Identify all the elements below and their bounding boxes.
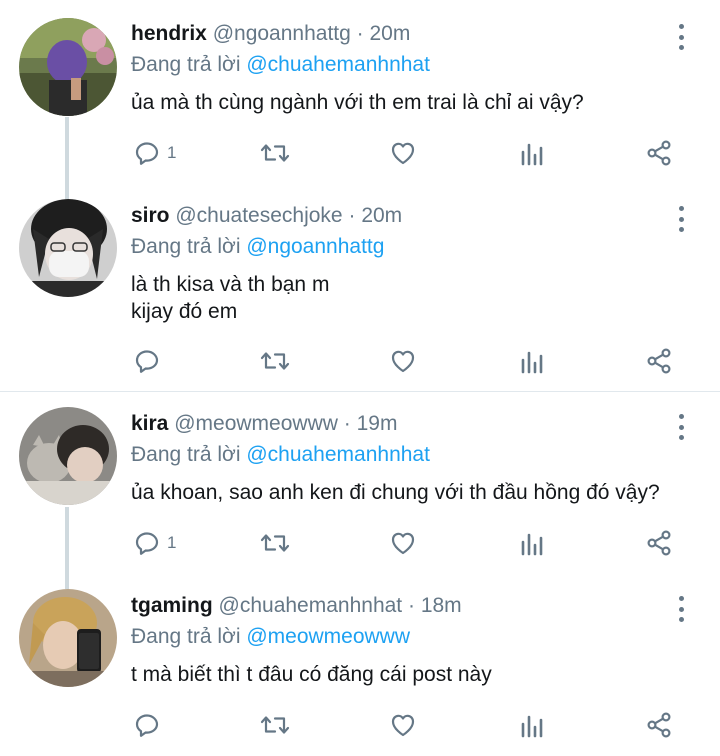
reply-icon — [133, 139, 161, 167]
heart-icon — [389, 711, 417, 739]
stats-icon — [519, 529, 547, 557]
stats-button[interactable] — [519, 708, 547, 742]
tweet-text-line: kijay đó em — [131, 300, 238, 323]
retweet-icon — [259, 347, 291, 375]
stats-icon — [519, 347, 547, 375]
share-icon — [645, 347, 673, 375]
stats-icon — [519, 711, 547, 739]
heart-icon — [389, 347, 417, 375]
avatar[interactable] — [19, 199, 117, 297]
share-icon — [645, 711, 673, 739]
tweet[interactable]: hendrix @ngoannhattg · 20m Đang trả lời … — [0, 0, 720, 194]
avatar[interactable] — [19, 18, 117, 116]
timestamp[interactable]: 19m — [357, 412, 398, 435]
tweet-text-line: ủa mà th cùng ngành với th em trai là ch… — [131, 91, 584, 114]
author-handle[interactable]: @chuatesechjoke — [175, 204, 342, 227]
reply-mention[interactable]: @ngoannhattg — [246, 235, 384, 258]
stats-button[interactable] — [519, 344, 547, 378]
more-vertical-icon[interactable] — [670, 594, 692, 624]
action-bar: 1 — [0, 136, 720, 170]
separator-dot: · — [407, 594, 415, 617]
reply-context-label: Đang trả lời — [131, 443, 241, 466]
stats-button[interactable] — [519, 526, 547, 560]
tweet-text: t mà biết thì t đâu có đăng cái post này — [131, 661, 492, 688]
share-button[interactable] — [645, 136, 673, 170]
action-bar — [0, 708, 720, 742]
tweet-text: ủa khoan, sao anh ken đi chung với th đầ… — [131, 479, 660, 506]
more-vertical-icon[interactable] — [670, 204, 692, 234]
timestamp[interactable]: 20m — [361, 204, 402, 227]
reply-count: 1 — [167, 143, 177, 162]
retweet-button[interactable] — [259, 708, 291, 742]
reply-count: 1 — [167, 533, 177, 552]
separator-dot: · — [356, 22, 364, 45]
reply-mention[interactable]: @meowmeowww — [246, 625, 410, 648]
heart-icon — [389, 139, 417, 167]
separator-dot: · — [343, 412, 351, 435]
share-button[interactable] — [645, 344, 673, 378]
tweet-text: ủa mà th cùng ngành với th em trai là ch… — [131, 89, 584, 116]
timestamp[interactable]: 20m — [370, 22, 411, 45]
retweet-button[interactable] — [259, 526, 291, 560]
share-button[interactable] — [645, 526, 673, 560]
like-button[interactable] — [389, 344, 417, 378]
tweet-text: là th kisa và th bạn m kijay đó em — [131, 271, 329, 325]
reply-button[interactable]: 1 — [133, 136, 176, 170]
like-button[interactable] — [389, 526, 417, 560]
share-icon — [645, 139, 673, 167]
avatar[interactable] — [19, 589, 117, 687]
action-bar — [0, 344, 720, 378]
tweet[interactable]: kira @meowmeowww · 19m Đang trả lời @chu… — [0, 392, 720, 585]
reply-button[interactable] — [133, 344, 167, 378]
retweet-button[interactable] — [259, 136, 291, 170]
separator-dot: · — [348, 204, 356, 227]
reply-mention[interactable]: @chuahemanhnhat — [246, 443, 430, 466]
tweet-text-line: t mà biết thì t đâu có đăng cái post này — [131, 663, 492, 686]
tweet-text-line: là th kisa và th bạn m — [131, 273, 330, 296]
author-name[interactable]: kira — [131, 412, 168, 435]
author-handle[interactable]: @chuahemanhnhat — [219, 594, 403, 617]
author-name[interactable]: tgaming — [131, 594, 213, 617]
heart-icon — [389, 529, 417, 557]
tweet[interactable]: tgaming @chuahemanhnhat · 18m Đang trả l… — [0, 585, 720, 756]
more-vertical-icon[interactable] — [670, 22, 692, 52]
retweet-icon — [259, 711, 291, 739]
stats-icon — [519, 139, 547, 167]
author-handle[interactable]: @ngoannhattg — [213, 22, 351, 45]
reply-context-label: Đang trả lời — [131, 625, 241, 648]
retweet-icon — [259, 139, 291, 167]
tweet[interactable]: siro @chuatesechjoke · 20m Đang trả lời … — [0, 194, 720, 391]
author-name[interactable]: siro — [131, 204, 170, 227]
reply-context-label: Đang trả lời — [131, 53, 241, 76]
timestamp[interactable]: 18m — [421, 594, 462, 617]
action-bar: 1 — [0, 526, 720, 560]
reply-icon — [133, 347, 161, 375]
reply-mention[interactable]: @chuahemanhnhat — [246, 53, 430, 76]
retweet-button[interactable] — [259, 344, 291, 378]
more-vertical-icon[interactable] — [670, 412, 692, 442]
like-button[interactable] — [389, 136, 417, 170]
reply-icon — [133, 529, 161, 557]
avatar[interactable] — [19, 407, 117, 505]
tweet-text-line: ủa khoan, sao anh ken đi chung với th đầ… — [131, 481, 660, 504]
reply-icon — [133, 711, 161, 739]
stats-button[interactable] — [519, 136, 547, 170]
reply-button[interactable] — [133, 708, 167, 742]
author-name[interactable]: hendrix — [131, 22, 207, 45]
share-icon — [645, 529, 673, 557]
retweet-icon — [259, 529, 291, 557]
author-handle[interactable]: @meowmeowww — [174, 412, 338, 435]
reply-button[interactable]: 1 — [133, 526, 176, 560]
like-button[interactable] — [389, 708, 417, 742]
share-button[interactable] — [645, 708, 673, 742]
reply-context-label: Đang trả lời — [131, 235, 241, 258]
